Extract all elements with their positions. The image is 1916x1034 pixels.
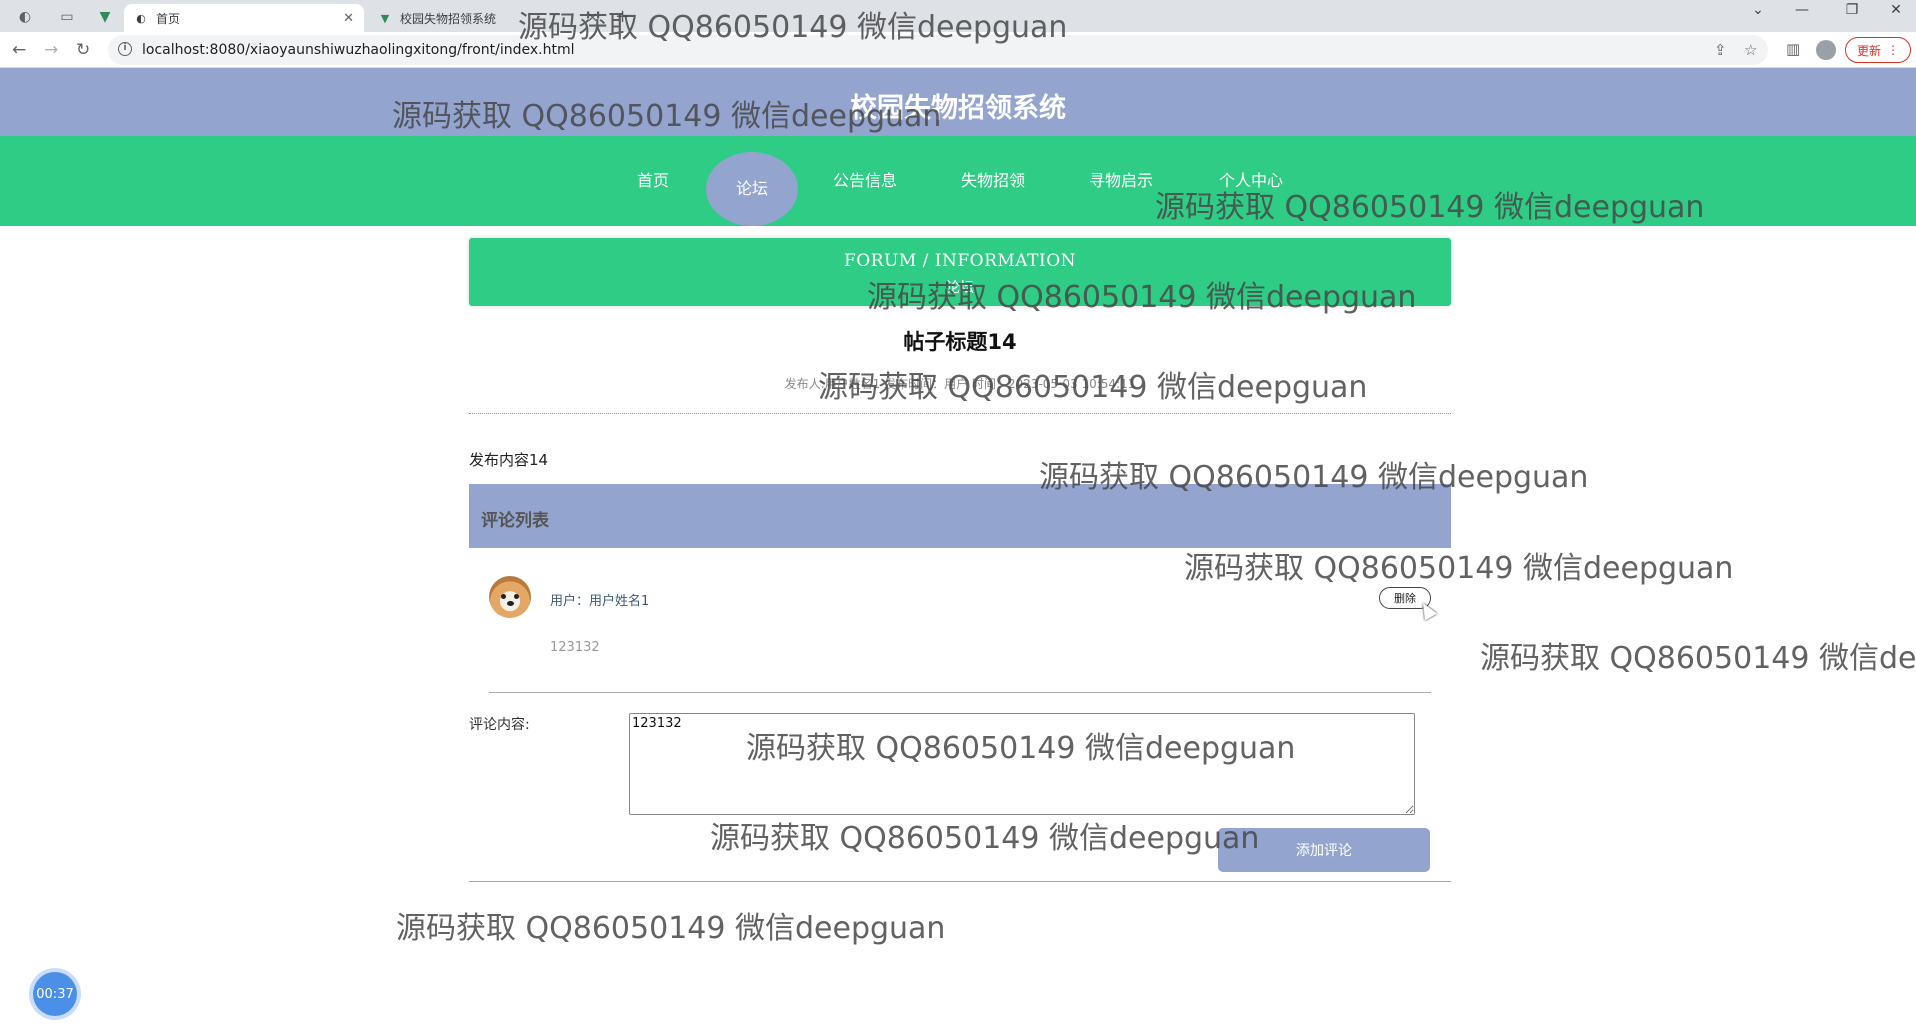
share-icon[interactable]: ⇪ xyxy=(1714,41,1727,59)
tab-home[interactable]: ◐ 首页 ✕ xyxy=(124,4,364,32)
banner-title-en: FORUM / INFORMATION xyxy=(843,251,1077,271)
divider xyxy=(469,413,1451,414)
comment-list-title: 评论列表 xyxy=(481,511,549,531)
watermark: 源码获取 QQ86050149 微信deepguan xyxy=(396,911,946,946)
close-icon[interactable]: ✕ xyxy=(343,11,354,26)
profile-avatar-icon[interactable] xyxy=(1816,40,1836,60)
update-label: 更新 xyxy=(1856,43,1881,58)
address-bar[interactable]: i localhost:8080/xiaoyaunshiwuzhaolingxi… xyxy=(108,35,1768,65)
tab-search-icon[interactable]: ⌄ xyxy=(1736,2,1780,18)
forward-icon[interactable]: → xyxy=(44,40,58,60)
add-comment-button[interactable]: 添加评论 xyxy=(1218,828,1430,872)
reload-icon[interactable]: ↻ xyxy=(76,40,90,60)
close-icon[interactable]: ✕ xyxy=(587,11,598,26)
nav-personal-center[interactable]: 个人中心 xyxy=(1206,152,1296,210)
section-banner: FORUM / INFORMATION 论坛 xyxy=(469,238,1451,306)
recording-timer[interactable]: 00:37 xyxy=(33,972,77,1016)
back-icon[interactable]: ← xyxy=(12,40,26,60)
site-header: 校园失物招领系统 xyxy=(0,68,1916,136)
nav-announcements[interactable]: 公告信息 xyxy=(820,152,910,210)
post-title: 帖子标题14 xyxy=(903,330,1017,354)
update-button[interactable]: 更新 ⋮ xyxy=(1845,37,1911,63)
comment-form-label: 评论内容: xyxy=(469,717,530,733)
nav-search-notice[interactable]: 寻物启示 xyxy=(1076,152,1166,210)
watermark: 源码获取 QQ86050149 微信deepguan xyxy=(710,821,1260,856)
main-nav: 首页 论坛 公告信息 失物招领 寻物启示 个人中心 xyxy=(0,136,1916,226)
globe-icon[interactable]: ◐ xyxy=(8,4,42,30)
browser-toolbar: ← → ↻ i localhost:8080/xiaoyaunshiwuzhao… xyxy=(0,32,1916,68)
nav-forum[interactable]: 论坛 xyxy=(706,152,798,226)
comment-input[interactable] xyxy=(629,713,1415,815)
bookmark-star-icon[interactable]: ☆ xyxy=(1744,41,1757,59)
tab-title: 首页 xyxy=(156,11,181,26)
watermark: 源码获取 QQ86050149 微信deepguan xyxy=(1184,551,1734,586)
restore-icon[interactable]: ❐ xyxy=(1830,2,1874,18)
site-title: 校园失物招领系统 xyxy=(850,93,1066,124)
globe-icon: ◐ xyxy=(136,11,146,25)
blank-tab-icon[interactable]: ▭ xyxy=(50,4,84,30)
minimize-icon[interactable]: — xyxy=(1780,2,1824,18)
browser-tabstrip: ◐ ▭ ▼ ◐ 首页 ✕ ▼ 校园失物招领系统 ✕ + ⌄ — ❐ ✕ xyxy=(0,0,1916,32)
avatar xyxy=(489,576,531,618)
comment-list-header: 评论列表 xyxy=(469,484,1451,548)
url-text: localhost:8080/xiaoyaunshiwuzhaolingxito… xyxy=(142,42,575,58)
divider xyxy=(469,881,1451,882)
more-menu-icon: ⋮ xyxy=(1887,43,1899,57)
watermark: 源码获取 QQ86050149 微信deepguan xyxy=(1480,641,1916,676)
post-content: 发布内容14 xyxy=(469,451,549,469)
comment-user: 用户：用户姓名1 xyxy=(550,594,650,609)
tab-title: 校园失物招领系统 xyxy=(400,11,497,26)
site-info-icon[interactable]: i xyxy=(118,42,132,56)
nav-home[interactable]: 首页 xyxy=(618,152,688,210)
side-panel-icon[interactable]: ▥ xyxy=(1786,40,1800,58)
divider xyxy=(489,692,1431,693)
tab-system[interactable]: ▼ 校园失物招领系统 ✕ xyxy=(368,4,608,32)
comment-text: 123132 xyxy=(550,640,600,655)
window-close-icon[interactable]: ✕ xyxy=(1874,2,1916,18)
nav-lost-found[interactable]: 失物招领 xyxy=(948,152,1038,210)
vue-logo-icon: ▼ xyxy=(380,11,390,25)
vue-tab-icon[interactable]: ▼ xyxy=(88,4,122,30)
banner-title-zh: 论坛 xyxy=(946,280,974,296)
new-tab-icon[interactable]: + xyxy=(615,6,630,27)
post-meta: 发布人:用户姓名1 发布时间：用户 时间：2023-05-03 10:54:11 xyxy=(784,377,1136,391)
